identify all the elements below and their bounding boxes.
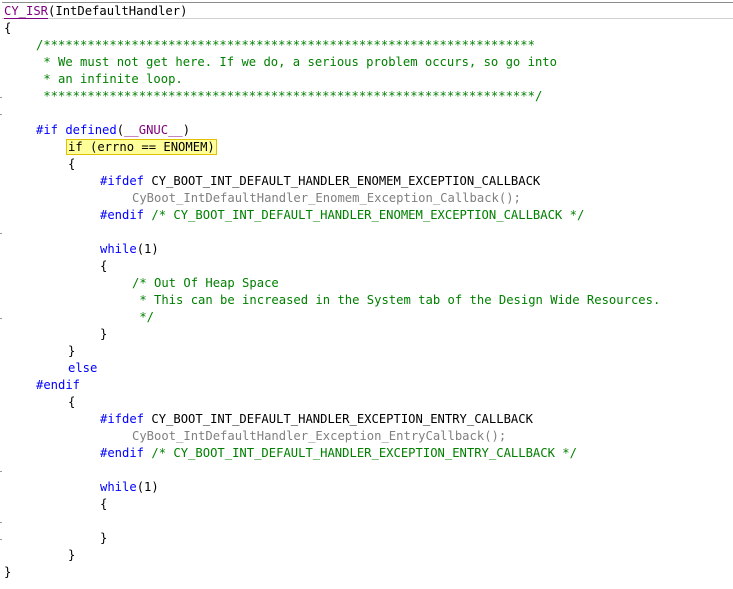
code-line[interactable]: else (68, 360, 97, 377)
code-line[interactable]: } (100, 530, 107, 547)
code-line[interactable]: { (100, 258, 107, 275)
code-line[interactable]: { (68, 394, 75, 411)
brace-token: { (4, 21, 12, 35)
code-line[interactable]: #endif (36, 377, 80, 394)
code-line[interactable]: #endif /* CY_BOOT_INT_DEFAULT_HANDLER_EX… (100, 445, 577, 462)
code-token: (1) (136, 242, 159, 256)
code-line[interactable]: #ifdef CY_BOOT_INT_DEFAULT_HANDLER_ENOME… (100, 173, 540, 190)
paren-token: ( (116, 123, 125, 137)
gutter-mark (0, 471, 2, 472)
macro-token: CY_BOOT_INT_DEFAULT_HANDLER_EXCEPTION_EN… (151, 412, 533, 426)
comment-token: /* CY_BOOT_INT_DEFAULT_HANDLER_ENOMEM_EX… (151, 208, 585, 222)
preprocessor-token: #endif (100, 208, 145, 222)
code-line[interactable]: while(1) (100, 479, 159, 496)
code-line[interactable]: if (errno == ENOMEM) (66, 139, 217, 156)
preprocessor-token: #endif (100, 446, 145, 460)
comment-token: /* CY_BOOT_INT_DEFAULT_HANDLER_EXCEPTION… (151, 446, 577, 460)
code-line[interactable]: while(1) (100, 241, 159, 258)
gutter-mark (0, 114, 2, 115)
code-line[interactable]: #if defined(__GNUC__) (36, 122, 190, 139)
code-line[interactable]: CyBoot_IntDefaultHandler_Enomem_Exceptio… (132, 190, 521, 207)
comment-line[interactable]: */ (132, 309, 154, 326)
comment-line[interactable]: /* Out Of Heap Space (132, 275, 279, 292)
code-line[interactable]: } (68, 547, 75, 564)
comment-line[interactable]: * an infinite loop. (36, 71, 182, 88)
code-token: (IntDefaultHandler) (48, 4, 188, 18)
paren-token: ) (182, 123, 191, 137)
code-line[interactable]: CY_ISR(IntDefaultHandler) (4, 3, 187, 20)
search-highlight: if (errno == ENOMEM) (66, 139, 217, 155)
gutter-mark (0, 522, 2, 523)
comment-line[interactable]: ****************************************… (36, 88, 542, 105)
preprocessor-token: #ifdef (100, 174, 145, 188)
code-editor[interactable]: CY_ISR(IntDefaultHandler) { /***********… (0, 0, 733, 589)
code-line[interactable]: CyBoot_IntDefaultHandler_Exception_Entry… (132, 428, 506, 445)
preprocessor-token: #ifdef (100, 412, 145, 426)
macro-token: CY_BOOT_INT_DEFAULT_HANDLER_ENOMEM_EXCEP… (151, 174, 541, 188)
gutter-mark (0, 97, 2, 98)
code-line[interactable]: #endif /* CY_BOOT_INT_DEFAULT_HANDLER_EN… (100, 207, 584, 224)
gutter-mark (0, 233, 2, 234)
code-line[interactable]: } (100, 326, 107, 343)
gutter-mark (0, 539, 2, 540)
macro-token: __GNUC__ (124, 123, 183, 137)
comment-line[interactable]: /***************************************… (36, 37, 535, 54)
comment-line[interactable]: * This can be increased in the System ta… (132, 292, 660, 309)
code-token: (1) (136, 480, 159, 494)
macro-token: CY_ISR (4, 4, 49, 19)
keyword-token: while (100, 242, 137, 256)
comment-line[interactable]: * We must not get here. If we do, a seri… (36, 54, 557, 71)
code-line[interactable]: { (68, 156, 75, 173)
keyword-token: while (100, 480, 137, 494)
gutter-mark (0, 318, 2, 319)
code-line[interactable]: } (68, 343, 75, 360)
code-line[interactable]: #ifdef CY_BOOT_INT_DEFAULT_HANDLER_EXCEP… (100, 411, 533, 428)
code-line[interactable]: { (4, 20, 11, 37)
code-line[interactable]: } (4, 564, 11, 581)
code-line[interactable]: { (100, 496, 107, 513)
preprocessor-token: #if defined (36, 123, 117, 137)
